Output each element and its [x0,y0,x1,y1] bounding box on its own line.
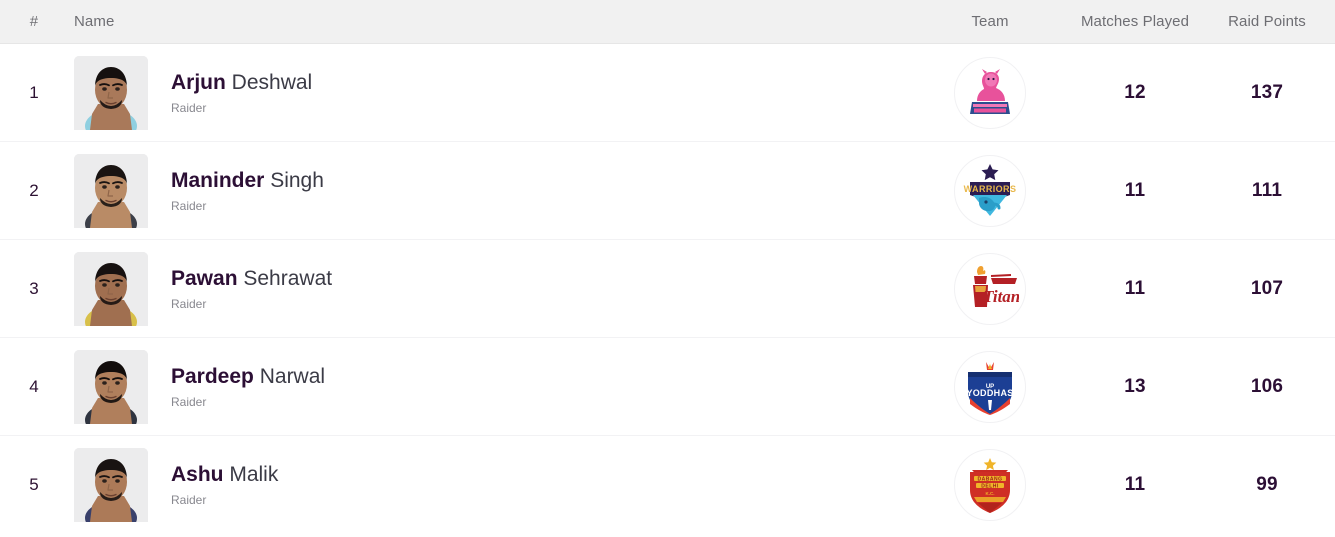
raid-points-cell: 137 [1250,81,1284,103]
player-avatar [74,349,148,424]
matches-played-cell: 11 [1124,179,1146,201]
player-first-name: Pawan [171,266,238,290]
player-last-name: Malik [229,463,279,486]
bengal-warriors-logo-icon: WARRIORS [954,154,1026,227]
player-text: Arjun Deshwal Raider [171,70,312,116]
matches-played-cell: 13 [1124,375,1146,397]
jaipur-pink-panthers-logo-icon [954,56,1026,129]
matches-played-cell: 11 [1124,277,1146,299]
column-header-name[interactable]: Name [68,13,915,30]
team-cell[interactable]: WARRIORS [915,154,1065,227]
telugu-titans-logo-icon: Titans [954,252,1026,325]
player-first-name: Pardeep [171,364,254,388]
raid-points-cell: 111 [1251,179,1283,201]
svg-text:Titans: Titans [983,287,1019,306]
svg-text:K.C.: K.C. [986,491,995,496]
column-header-matches-played[interactable]: Matches Played [1065,13,1205,30]
dabang-delhi-logo-icon: DABANG DELHI K.C. [954,449,1026,521]
player-last-name: Singh [270,168,324,192]
table-row[interactable]: 1 Arjun Deshwal Raider 12 137 [0,44,1335,142]
player-first-name: Maninder [171,168,265,192]
player-avatar [74,55,148,130]
rank-cell: 4 [29,376,39,396]
player-name: Pawan Sehrawat [171,266,332,291]
player-name: Pardeep Narwal [171,364,325,389]
raid-points-cell: 107 [1250,277,1284,299]
team-cell[interactable]: Titans [915,252,1065,325]
player-role: Raider [171,394,207,409]
column-header-raid-points[interactable]: Raid Points [1205,13,1335,30]
player-avatar [74,448,148,522]
player-last-name: Narwal [259,364,326,388]
player-avatar [74,251,148,326]
svg-text:YODDHAS: YODDHAS [966,388,1013,398]
column-header-team[interactable]: Team [915,13,1065,30]
player-first-name: Arjun [171,70,226,94]
svg-text:WARRIORS: WARRIORS [964,184,1017,194]
player-role: Raider [171,493,207,507]
player-first-name: Ashu [171,463,224,486]
svg-text:DELHI: DELHI [981,483,999,489]
player-name: Maninder Singh [171,168,324,193]
player-text: Pardeep Narwal Raider [171,364,325,410]
matches-played-cell: 12 [1124,81,1146,103]
svg-text:DABANG: DABANG [978,476,1003,482]
up-yoddhas-logo-icon: UP YODDHAS [954,350,1026,423]
raid-points-cell: 106 [1250,375,1284,397]
table-body: 1 Arjun Deshwal Raider 12 137 2 Maninder… [0,44,1335,534]
raid-points-leaderboard: # Name Team Matches Played Raid Points 1… [0,0,1335,537]
team-cell[interactable]: DABANG DELHI K.C. [915,449,1065,521]
player-cell[interactable]: Pardeep Narwal Raider [68,349,915,424]
table-row[interactable]: 4 Pardeep Narwal Raider UP YODDHAS 13 10… [0,338,1335,436]
matches-played-cell: 11 [1124,474,1146,495]
table-row[interactable]: 2 Maninder Singh Raider WARRIORS 11 111 [0,142,1335,240]
team-cell[interactable] [915,56,1065,129]
player-avatar [74,153,148,228]
player-role: Raider [171,100,207,115]
player-cell[interactable]: Maninder Singh Raider [68,153,915,228]
rank-cell: 5 [29,475,39,494]
player-role: Raider [171,198,207,213]
player-last-name: Sehrawat [243,266,333,290]
rank-cell: 2 [29,180,39,200]
table-row[interactable]: 5 Ashu Malik Raider DABANG DELHI K.C. 11… [0,436,1335,534]
player-cell[interactable]: Arjun Deshwal Raider [68,55,915,130]
player-cell[interactable]: Ashu Malik Raider [68,448,915,522]
player-text: Maninder Singh Raider [171,168,324,214]
player-role: Raider [171,296,207,311]
table-header-row: # Name Team Matches Played Raid Points [0,0,1335,44]
player-text: Ashu Malik Raider [171,462,278,508]
player-name: Ashu Malik [171,462,278,487]
player-name: Arjun Deshwal [171,70,312,95]
team-cell[interactable]: UP YODDHAS [915,350,1065,423]
player-text: Pawan Sehrawat Raider [171,266,332,312]
table-row[interactable]: 3 Pawan Sehrawat Raider Tita 11 107 [0,240,1335,338]
player-last-name: Deshwal [231,70,313,94]
rank-cell: 1 [29,82,39,102]
rank-cell: 3 [29,278,39,298]
column-header-rank[interactable]: # [0,13,68,30]
raid-points-cell: 99 [1256,474,1278,495]
player-cell[interactable]: Pawan Sehrawat Raider [68,251,915,326]
